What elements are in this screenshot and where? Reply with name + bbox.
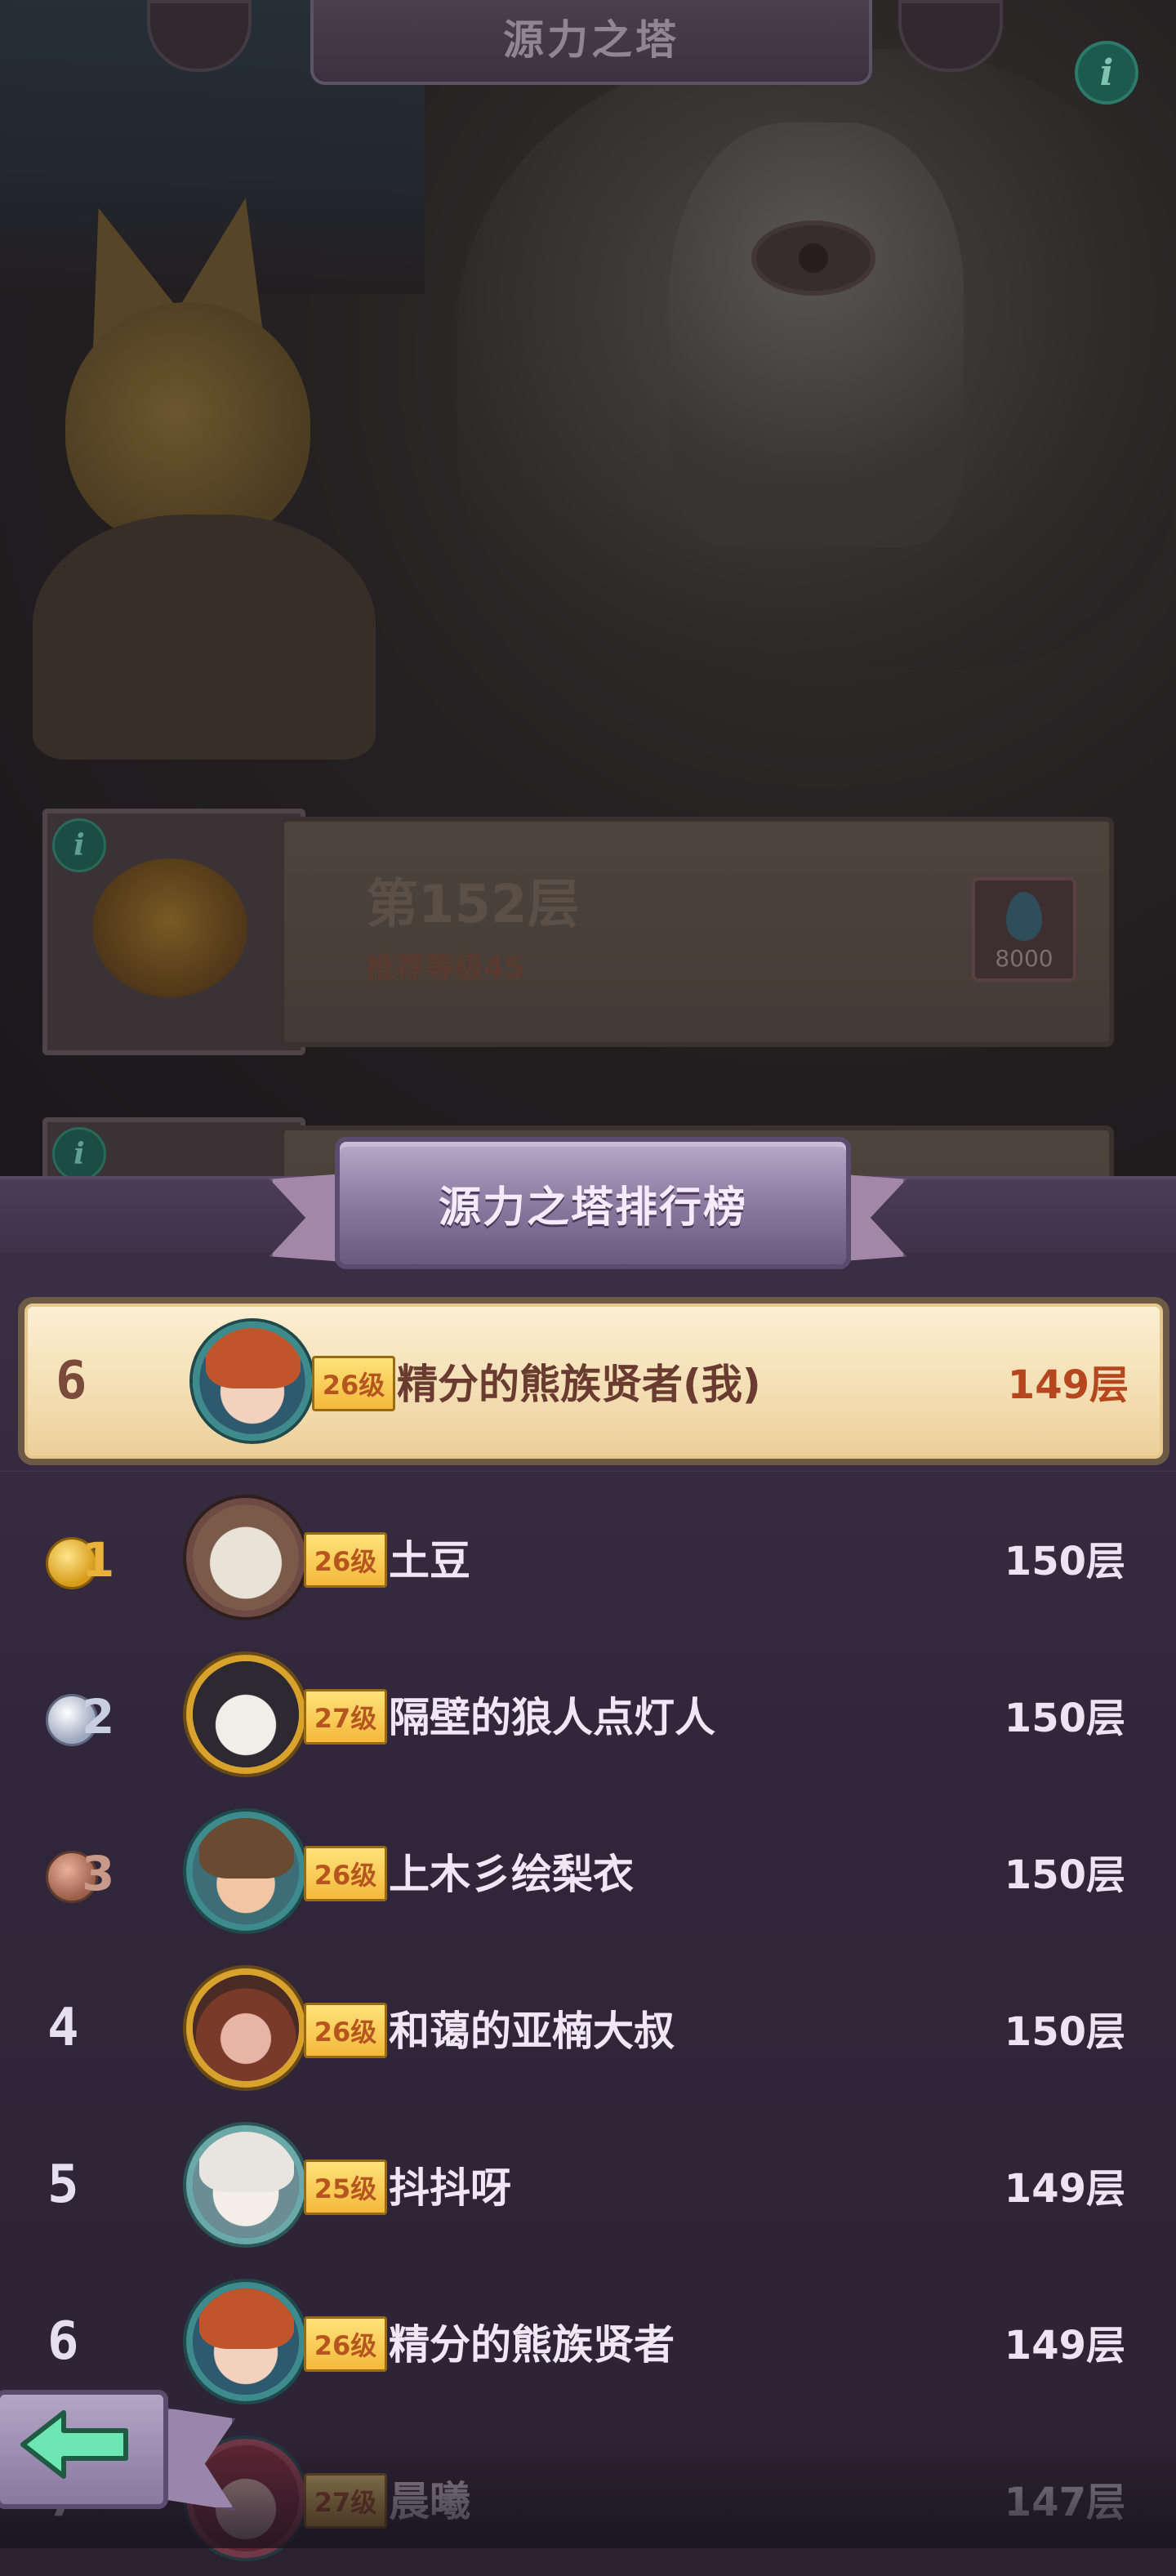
leaderboard-row[interactable]: 2 27级 隔壁的狼人点灯人 150层 — [0, 1637, 1176, 1792]
my-rank-row[interactable]: 6 26级 精分的熊族贤者(我) 149层 — [18, 1297, 1169, 1465]
level-info-icon-2[interactable]: i — [52, 1127, 106, 1181]
tower-title-banner: 源力之塔 — [310, 0, 872, 85]
level-badge: 26级 — [304, 1532, 387, 1588]
level-badge: 27级 — [304, 1689, 387, 1745]
player-name: 抖抖呀 — [389, 2164, 511, 2212]
gold-medal-icon: 1 — [46, 1532, 119, 1589]
player-name: 晨曦 — [389, 2478, 470, 2525]
player-name: 上木彡绘梨衣 — [389, 1851, 634, 1898]
player-name: 精分的熊族贤者 — [389, 2321, 675, 2369]
leaderboard-row[interactable]: 6 26级 精分的熊族贤者 149层 — [0, 2264, 1176, 2419]
level-badge: 26级 — [304, 2316, 387, 2372]
avatar[interactable] — [186, 2282, 305, 2401]
back-arrow-icon — [20, 2410, 128, 2479]
leaderboard-title: 源力之塔排行榜 — [438, 1183, 747, 1232]
avatar[interactable] — [186, 1498, 305, 1617]
player-name: 和蔼的亚楠大叔 — [389, 2008, 675, 2055]
floor-value: 150层 — [1004, 1539, 1125, 1584]
reward-item[interactable]: 8000 — [972, 877, 1076, 982]
reward-amount: 8000 — [995, 945, 1054, 972]
floor-value: 149层 — [1004, 2166, 1125, 2212]
leaderboard-row[interactable]: 1 26级 土豆 150层 — [0, 1480, 1176, 1635]
silver-medal-icon: 2 — [46, 1689, 119, 1746]
rank-number: 6 — [56, 1351, 87, 1411]
floor-value: 150层 — [1004, 1696, 1125, 1741]
rank-number: 4 — [47, 1998, 79, 2058]
level-badge: 26级 — [312, 1356, 395, 1411]
info-icon[interactable]: i — [1075, 41, 1138, 105]
avatar[interactable] — [186, 1968, 305, 2088]
level-card[interactable]: 第152层 推荐等级45 8000 i — [42, 809, 1120, 1055]
floor-value: 150层 — [1004, 1852, 1125, 1898]
floor-value: 149层 — [1007, 1362, 1129, 1408]
level-badge: 26级 — [304, 1846, 387, 1901]
avatar[interactable] — [186, 1812, 305, 1931]
leaderboard-row[interactable]: 4 26级 和蔼的亚楠大叔 150层 — [0, 1950, 1176, 2106]
tower-title: 源力之塔 — [503, 16, 679, 64]
leaderboard-row[interactable]: 5 25级 抖抖呀 149层 — [0, 2107, 1176, 2262]
player-name: 土豆 — [389, 1537, 470, 1584]
leaderboard-row[interactable]: 3 26级 上木彡绘梨衣 150层 — [0, 1794, 1176, 1949]
avatar[interactable] — [186, 2125, 305, 2244]
avatar[interactable] — [193, 1321, 312, 1441]
recommend-level: 推荐等级45 — [366, 952, 525, 985]
level-badge: 26级 — [304, 2003, 387, 2058]
level-plate: 第152层 推荐等级45 8000 — [279, 817, 1114, 1047]
bronze-medal-icon: 3 — [46, 1846, 119, 1903]
water-drop-icon — [1006, 892, 1042, 941]
floor-value: 150层 — [1004, 2009, 1125, 2055]
rank-number: 5 — [47, 2155, 79, 2215]
avatar[interactable] — [186, 1655, 305, 1774]
back-button[interactable] — [0, 2390, 235, 2512]
level-badge: 27级 — [304, 2473, 387, 2529]
player-name: 精分的熊族贤者(我) — [397, 1361, 761, 1408]
level-badge: 25级 — [304, 2159, 387, 2215]
floor-label: 第152层 — [366, 875, 580, 935]
floor-value: 149层 — [1004, 2323, 1125, 2369]
player-name: 隔壁的狼人点灯人 — [389, 1694, 715, 1741]
level-info-icon[interactable]: i — [52, 818, 106, 872]
leaderboard-title-ribbon: 源力之塔排行榜 — [270, 1137, 906, 1269]
divider — [0, 1470, 1176, 1472]
floor-value: 147层 — [1004, 2480, 1125, 2525]
